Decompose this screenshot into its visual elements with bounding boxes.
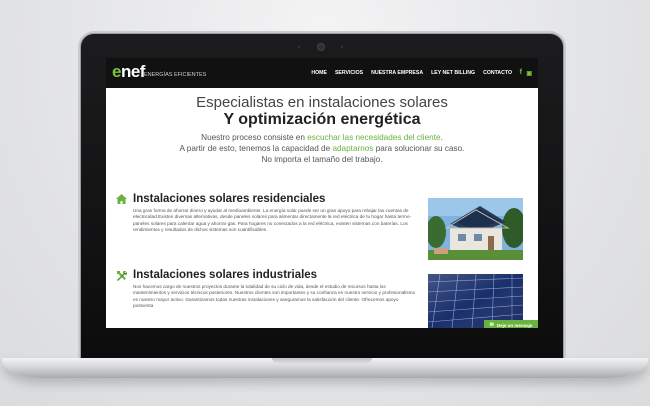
hero-text: A partir de esto, tenemos la capacidad d… (179, 144, 333, 153)
nav-item-contacto[interactable]: CONTACTO (483, 70, 512, 76)
house-icon (116, 194, 127, 204)
leave-message-button[interactable]: ✉ Deje un mensaje (484, 320, 538, 328)
hero-text: . (440, 133, 443, 142)
facebook-icon[interactable]: f (520, 69, 522, 76)
logo-tagline: ENERGÍAS EFICIENTES (144, 72, 207, 78)
sensor-dot (341, 46, 343, 48)
section-title: Instalaciones solares industriales (133, 269, 318, 281)
house-solar-photo (428, 198, 523, 260)
browser-screen: enef ENERGÍAS EFICIENTES HOME SERVICIOS … (106, 58, 538, 328)
nav-item-servicios[interactable]: SERVICIOS (335, 70, 363, 76)
section-text: Nos hacemos cargo de nuestros proyectos … (133, 284, 416, 308)
laptop-notch (272, 358, 372, 363)
hero-highlight: adaptarnos (332, 144, 374, 153)
section-header: Instalaciones solares industriales (116, 269, 416, 281)
hero-title-line2: Y optimización energética (223, 111, 421, 128)
industrial-section: Instalaciones solares industriales Nos h… (116, 269, 416, 309)
hero-title-line1: Especialistas en instalaciones solares (196, 94, 448, 111)
nav-item-home[interactable]: HOME (311, 70, 327, 76)
leave-message-label: Deje un mensaje (496, 322, 533, 328)
hero-paragraph-1: Nuestro proceso consiste en escuchar las… (106, 132, 538, 143)
hero-text: Nuestro proceso consiste en (201, 133, 308, 142)
hero-paragraph-3: No importa el tamaño del trabajo. (261, 155, 383, 164)
tools-icon (117, 270, 127, 281)
chat-icon: ✉ (489, 322, 494, 328)
residential-section: Instalaciones solares residenciales Una … (116, 193, 416, 233)
nav-menu: HOME SERVICIOS NUESTRA EMPRESA LEY NET B… (311, 70, 512, 76)
hero-text: para solucionar su caso. (373, 144, 465, 153)
hero-paragraph-2: A partir de esto, tenemos la capacidad d… (106, 143, 538, 154)
hero-highlight: escuchar las necesidades del cliente (307, 133, 441, 142)
hero-section: Especialistas en instalaciones solares Y… (106, 94, 538, 165)
nav-item-nuestra-empresa[interactable]: NUESTRA EMPRESA (371, 70, 423, 76)
top-navbar: enef ENERGÍAS EFICIENTES HOME SERVICIOS … (106, 58, 538, 88)
sensor-dot (298, 46, 300, 48)
nav-item-ley-net-billing[interactable]: LEY NET BILLING (431, 70, 475, 76)
section-header: Instalaciones solares residenciales (116, 193, 416, 205)
section-text: Una gran forma de ahorrar dinero y ayuda… (133, 208, 412, 232)
instagram-icon[interactable]: ▣ (526, 70, 532, 77)
webcam-icon (318, 44, 324, 50)
site-logo[interactable]: enef (112, 62, 145, 82)
section-title: Instalaciones solares residenciales (133, 193, 326, 205)
